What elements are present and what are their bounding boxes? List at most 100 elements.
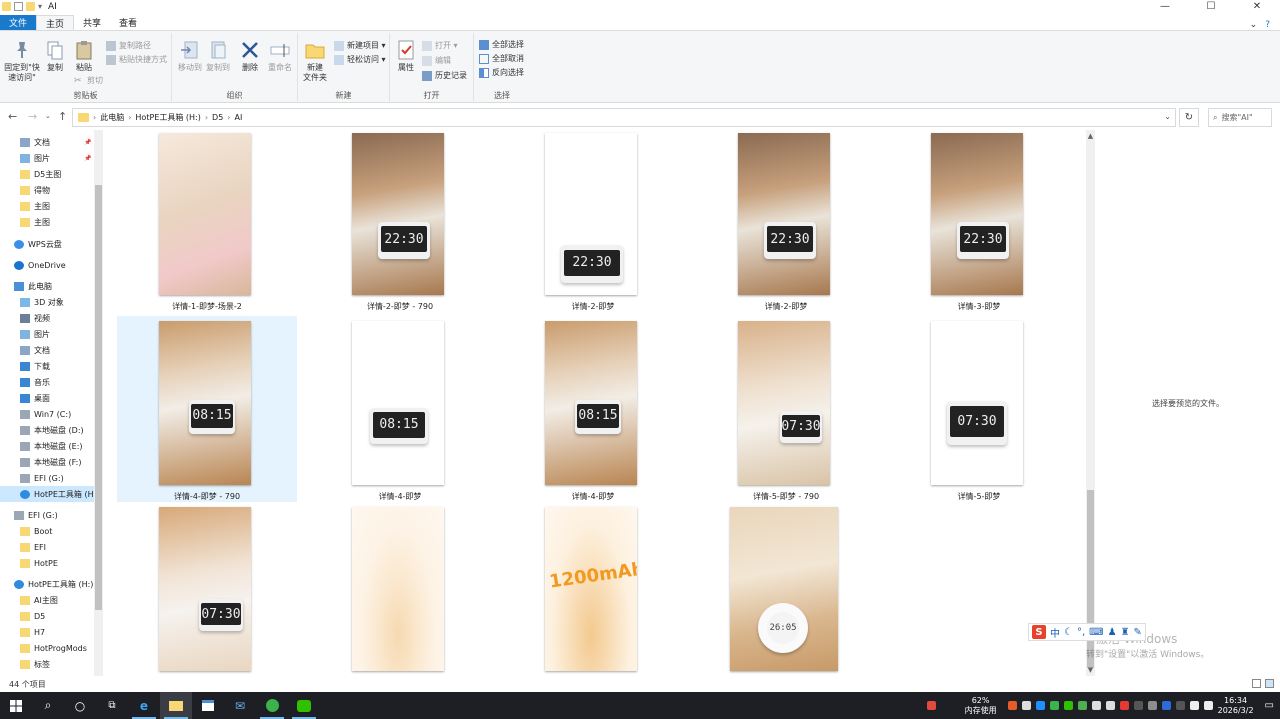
back-arrow-icon[interactable]: ← [8, 110, 17, 123]
image-thumbnail[interactable]: 07:30 [159, 507, 251, 671]
image-thumbnail[interactable] [159, 133, 251, 295]
details-view-icon[interactable] [1252, 679, 1261, 688]
nav-item[interactable]: Win7 (C:) [0, 406, 94, 422]
image-thumbnail[interactable]: 08:15 [545, 321, 637, 485]
qa-dropdown-icon[interactable]: ▾ [38, 2, 42, 11]
notification-icon[interactable]: ▭ [1259, 700, 1280, 711]
copy-to-button[interactable]: 复制到 [204, 39, 232, 73]
breadcrumb-hotpe-drive[interactable]: HotPE工具箱 (H:) [135, 112, 200, 123]
taskbar-mail[interactable]: ✉ [224, 692, 256, 719]
keyboard-icon[interactable]: ⌨ [1089, 627, 1103, 638]
copy-path-button[interactable]: 复制路径 [106, 40, 151, 51]
tray-icon-9[interactable] [1147, 701, 1157, 710]
image-thumbnail[interactable]: 07:30 [931, 321, 1023, 485]
recent-dropdown-icon[interactable]: ⌄ [45, 112, 51, 120]
nav-item[interactable]: EFI [0, 539, 94, 555]
file-name-label[interactable]: 详情-3-即梦 [889, 301, 1069, 312]
tray-icon-3[interactable] [1049, 701, 1059, 710]
image-thumbnail[interactable] [352, 507, 444, 671]
history-button[interactable]: 历史记录 [422, 70, 467, 81]
nav-item[interactable]: D5主图 [0, 166, 94, 182]
breadcrumb-this-pc[interactable]: 此电脑 [100, 112, 124, 123]
image-thumbnail[interactable]: 22:30 [931, 133, 1023, 295]
nav-item[interactable]: HotPE工具箱 (H [0, 486, 94, 502]
new-item-button[interactable]: 新建项目 ▾ [334, 40, 386, 51]
nav-item[interactable]: 图片 📌 [0, 150, 94, 166]
invert-selection-button[interactable]: 反向选择 [479, 67, 524, 78]
nav-item[interactable]: HotPE工具箱 (H:) [0, 576, 94, 592]
nav-item[interactable]: HotProgMods [0, 640, 94, 656]
task-view-button[interactable]: ⧉ [96, 692, 128, 719]
tab-view[interactable]: 查看 [110, 15, 146, 30]
nav-item[interactable]: EFI (G:) [0, 507, 94, 523]
nav-item[interactable]: 主图 [0, 214, 94, 230]
file-name-label[interactable]: 详情-4-即梦 [310, 491, 490, 502]
file-name-label[interactable]: 详情-2-即梦 [503, 301, 683, 312]
start-button[interactable] [0, 692, 32, 719]
select-all-button[interactable]: 全部选择 [479, 39, 524, 50]
tray-icon-5[interactable] [1091, 701, 1101, 710]
new-folder-button[interactable]: 新建 文件夹 [300, 39, 330, 83]
image-thumbnail[interactable]: 26:05 [730, 507, 838, 671]
moon-icon[interactable]: ☾ [1064, 627, 1073, 638]
file-name-label[interactable]: 详情-1-即梦-场景-2 [117, 301, 297, 312]
tray-icon-4[interactable] [1077, 701, 1087, 710]
collapse-ribbon-icon[interactable]: ⌄ [1250, 20, 1258, 30]
file-name-label[interactable]: 详情-4-即梦 [503, 491, 683, 502]
file-name-label[interactable]: 详情-5-即梦 - 790 [696, 491, 876, 502]
user-icon[interactable]: ♟ [1108, 627, 1117, 638]
memory-usage[interactable]: 62% 内存使用 [965, 696, 997, 716]
nav-item[interactable]: 3D 对象 [0, 294, 94, 310]
nav-item[interactable]: EFI (G:) [0, 470, 94, 486]
nav-item[interactable]: AI主图 [0, 592, 94, 608]
cut-button[interactable]: ✂ 剪切 [74, 75, 103, 86]
cortana-button[interactable]: ○ [64, 692, 96, 719]
breadcrumb-ai[interactable]: AI [234, 113, 242, 122]
file-name-label[interactable]: 详情-4-即梦 - 790 [117, 491, 297, 502]
search-taskbar-button[interactable]: ⌕ [32, 692, 64, 719]
tray-icon-10[interactable] [1161, 701, 1171, 710]
nav-scrollbar[interactable] [94, 130, 103, 676]
pin-quick-access-button[interactable]: 固定到"快 速访问" [4, 39, 40, 83]
tray-icon-8[interactable] [1133, 701, 1143, 710]
ime-tray-icon[interactable] [1203, 701, 1213, 710]
nav-item[interactable]: WPS云盘 [0, 236, 94, 252]
help-icon[interactable]: ? [1265, 20, 1270, 30]
paste-button[interactable]: 粘贴 [70, 39, 98, 73]
nav-item[interactable]: D5 [0, 608, 94, 624]
nav-item[interactable]: 本地磁盘 (F:) [0, 454, 94, 470]
nav-item[interactable]: Boot [0, 523, 94, 539]
image-thumbnail[interactable]: 22:30 [545, 133, 637, 295]
nav-item[interactable]: 主图 [0, 198, 94, 214]
taskbar-file-explorer[interactable] [160, 692, 192, 719]
close-button[interactable]: ✕ [1234, 0, 1280, 13]
properties-button[interactable]: 属性 [394, 39, 418, 73]
image-thumbnail[interactable]: 22:30 [738, 133, 830, 295]
nav-scrollbar-thumb[interactable] [95, 185, 102, 610]
tray-icon-7[interactable] [1119, 701, 1129, 710]
copy-button[interactable]: 复制 [42, 39, 68, 73]
tab-file[interactable]: 文件 [0, 15, 37, 30]
tray-icon-1[interactable] [1007, 701, 1017, 710]
minimize-button[interactable]: — [1142, 0, 1188, 13]
nav-item[interactable]: 本地磁盘 (D:) [0, 422, 94, 438]
nav-item[interactable]: 文档 📌 [0, 134, 94, 150]
easy-access-button[interactable]: 轻松访问 ▾ [334, 54, 386, 65]
nav-item[interactable]: 桌面 [0, 390, 94, 406]
ime-toolbar[interactable]: S 中 ☾ °, ⌨ ♟ ♜ ✎ [1028, 623, 1146, 641]
nav-item[interactable]: 图片 [0, 326, 94, 342]
properties-icon[interactable] [14, 2, 23, 11]
paste-shortcut-button[interactable]: 粘贴快捷方式 [106, 54, 167, 65]
network-icon[interactable] [1175, 701, 1185, 710]
nav-item[interactable]: 音乐 [0, 374, 94, 390]
breadcrumb-d5[interactable]: D5 [212, 113, 223, 122]
taskbar-store[interactable] [192, 692, 224, 719]
forward-arrow-icon[interactable]: → [28, 110, 37, 123]
edit-button[interactable]: 编辑 [422, 55, 451, 66]
delete-button[interactable]: 删除 [238, 39, 262, 73]
image-thumbnail[interactable]: 1200mAh [545, 507, 637, 671]
nav-item[interactable]: 此电脑 [0, 278, 94, 294]
punctuation-icon[interactable]: °, [1077, 627, 1085, 638]
ime-mode[interactable]: 中 [1050, 625, 1060, 640]
refresh-button[interactable]: ↻ [1179, 108, 1199, 127]
